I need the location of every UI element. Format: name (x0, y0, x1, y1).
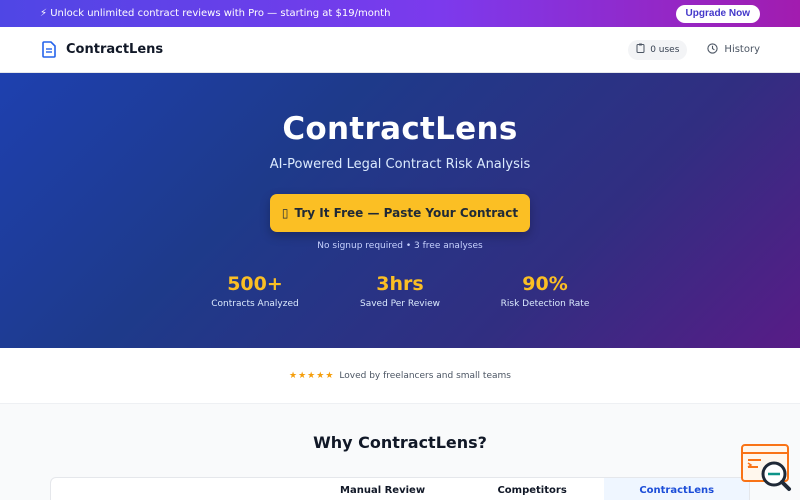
clipboard-icon (636, 43, 645, 56)
search-analysis-icon[interactable] (741, 444, 793, 492)
document-icon (40, 41, 58, 59)
cta-note: No signup required • 3 free analyses (317, 241, 483, 251)
stat-label: Contracts Analyzed (211, 299, 299, 309)
column-header-contractlens: ContractLens (604, 478, 749, 500)
top-nav: ContractLens 0 uses History (0, 27, 800, 73)
history-link[interactable]: History (707, 42, 760, 57)
stat-value: 90% (522, 273, 568, 295)
uses-counter: 0 uses (628, 39, 688, 60)
history-label: History (724, 44, 760, 55)
stat-value: 500+ (227, 273, 283, 295)
clock-icon (707, 42, 719, 57)
upgrade-button[interactable]: Upgrade Now (675, 4, 760, 23)
comparison-table-header: Manual Review Competitors ContractLens (50, 477, 750, 500)
try-free-button[interactable]: ▯ Try It Free — Paste Your Contract (270, 194, 530, 232)
column-header-feature (51, 478, 305, 500)
brand-name: ContractLens (66, 42, 164, 57)
social-proof: ★★★★★ Loved by freelancers and small tea… (0, 348, 800, 404)
cta-icon: ▯ (281, 206, 289, 220)
nav-actions: 0 uses History (628, 39, 760, 60)
promo-text: ⚡ Unlock unlimited contract reviews with… (40, 8, 391, 19)
cta-label: Try It Free — Paste Your Contract (294, 206, 519, 220)
brand-link[interactable]: ContractLens (40, 41, 163, 59)
stat-label: Risk Detection Rate (500, 299, 590, 309)
hero-title: ContractLens (282, 111, 518, 147)
promo-bar: ⚡ Unlock unlimited contract reviews with… (0, 0, 800, 27)
why-section: Why ContractLens? Manual Review Competit… (0, 404, 800, 500)
stat-value: 3hrs (376, 273, 424, 295)
stats-row: 500+ Contracts Analyzed 3hrs Saved Per R… (183, 273, 618, 309)
stat-risk-detection: 90% Risk Detection Rate (473, 273, 618, 309)
stat-time-saved: 3hrs Saved Per Review (328, 273, 473, 309)
why-title: Why ContractLens? (313, 433, 487, 452)
column-header-competitors: Competitors (497, 484, 567, 496)
uses-label: 0 uses (650, 44, 680, 55)
column-header-manual: Manual Review (340, 484, 426, 496)
hero-subtitle: AI-Powered Legal Contract Risk Analysis (269, 157, 531, 172)
stat-contracts: 500+ Contracts Analyzed (183, 273, 328, 309)
stat-label: Saved Per Review (360, 299, 440, 309)
social-proof-text: Loved by freelancers and small teams (339, 370, 511, 381)
hero-section: ContractLens AI-Powered Legal Contract R… (0, 73, 800, 348)
star-rating: ★★★★★ (289, 370, 335, 381)
